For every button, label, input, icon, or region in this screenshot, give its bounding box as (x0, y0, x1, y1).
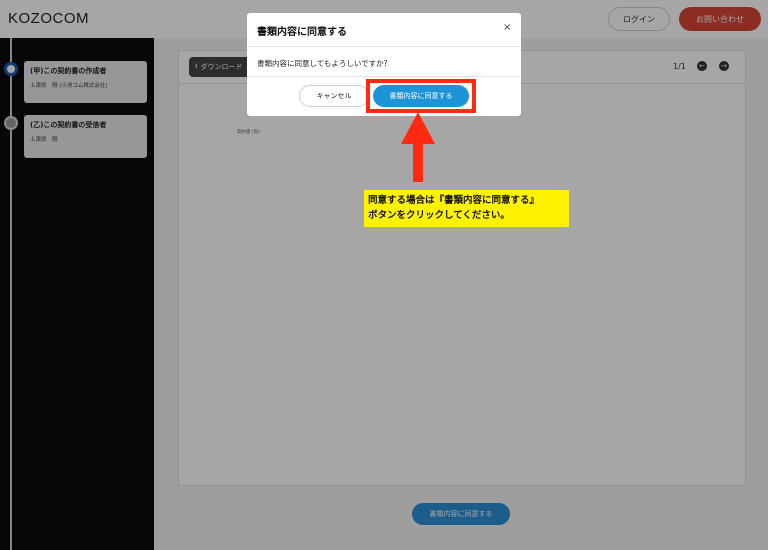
instruction-callout: 同意する場合は『書類内容に同意する』 ボタンをクリックしてください。 (364, 190, 569, 227)
divider (247, 76, 521, 77)
divider (247, 46, 521, 47)
cancel-button[interactable]: キャンセル (299, 85, 369, 107)
close-icon[interactable]: × (503, 22, 511, 33)
highlight-box (366, 79, 476, 113)
dialog-message: 書類内容に同意してもよろしいですか? (257, 59, 388, 68)
callout-line-1: 同意する場合は『書類内容に同意する』 (368, 195, 540, 206)
callout-line-2: ボタンをクリックしてください。 (368, 210, 510, 221)
annotation-arrow-icon (401, 112, 435, 182)
dialog-title: 書類内容に同意する (257, 27, 347, 38)
